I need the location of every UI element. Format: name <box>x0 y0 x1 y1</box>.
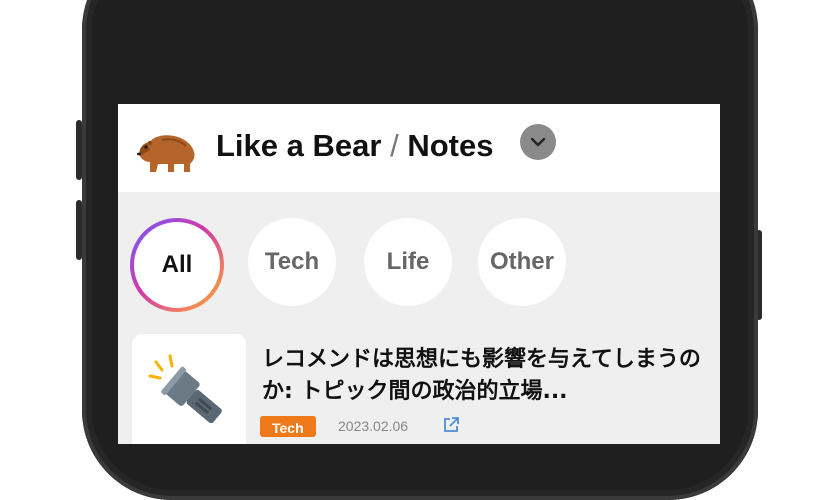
category-chip-label: Tech <box>264 248 320 275</box>
phone-screen: Like a Bear / Notes All Tech Life Other <box>118 104 720 444</box>
category-chip-life[interactable]: Life <box>364 218 452 306</box>
section-name: Notes <box>407 128 494 163</box>
category-chip-label: Life <box>386 248 430 275</box>
chevron-down-icon <box>530 137 546 147</box>
flashlight-icon <box>148 354 222 424</box>
post-card[interactable]: レコメンドは思想にも影響を与えてしまうのか: トピック間の政治的立場... Te… <box>132 334 712 444</box>
title-separator: / <box>390 128 399 163</box>
post-thumbnail[interactable] <box>132 334 246 444</box>
category-chip-label: Other <box>489 248 554 275</box>
site-header: Like a Bear / Notes <box>118 104 720 192</box>
bear-icon[interactable] <box>134 130 198 174</box>
post-tag-badge[interactable]: Tech <box>260 416 316 437</box>
category-chip-tech[interactable]: Tech <box>248 218 336 306</box>
post-title[interactable]: レコメンドは思想にも影響を与えてしまうのか: トピック間の政治的立場... <box>262 344 702 408</box>
site-name: Like a Bear <box>216 128 382 163</box>
category-chip-other[interactable]: Other <box>478 218 566 306</box>
external-link-icon[interactable] <box>442 416 460 434</box>
category-chip-all[interactable]: All <box>130 218 224 312</box>
site-title[interactable]: Like a Bear / Notes <box>216 128 493 164</box>
section-dropdown-button[interactable] <box>520 124 556 160</box>
category-chip-label: All <box>161 251 193 278</box>
